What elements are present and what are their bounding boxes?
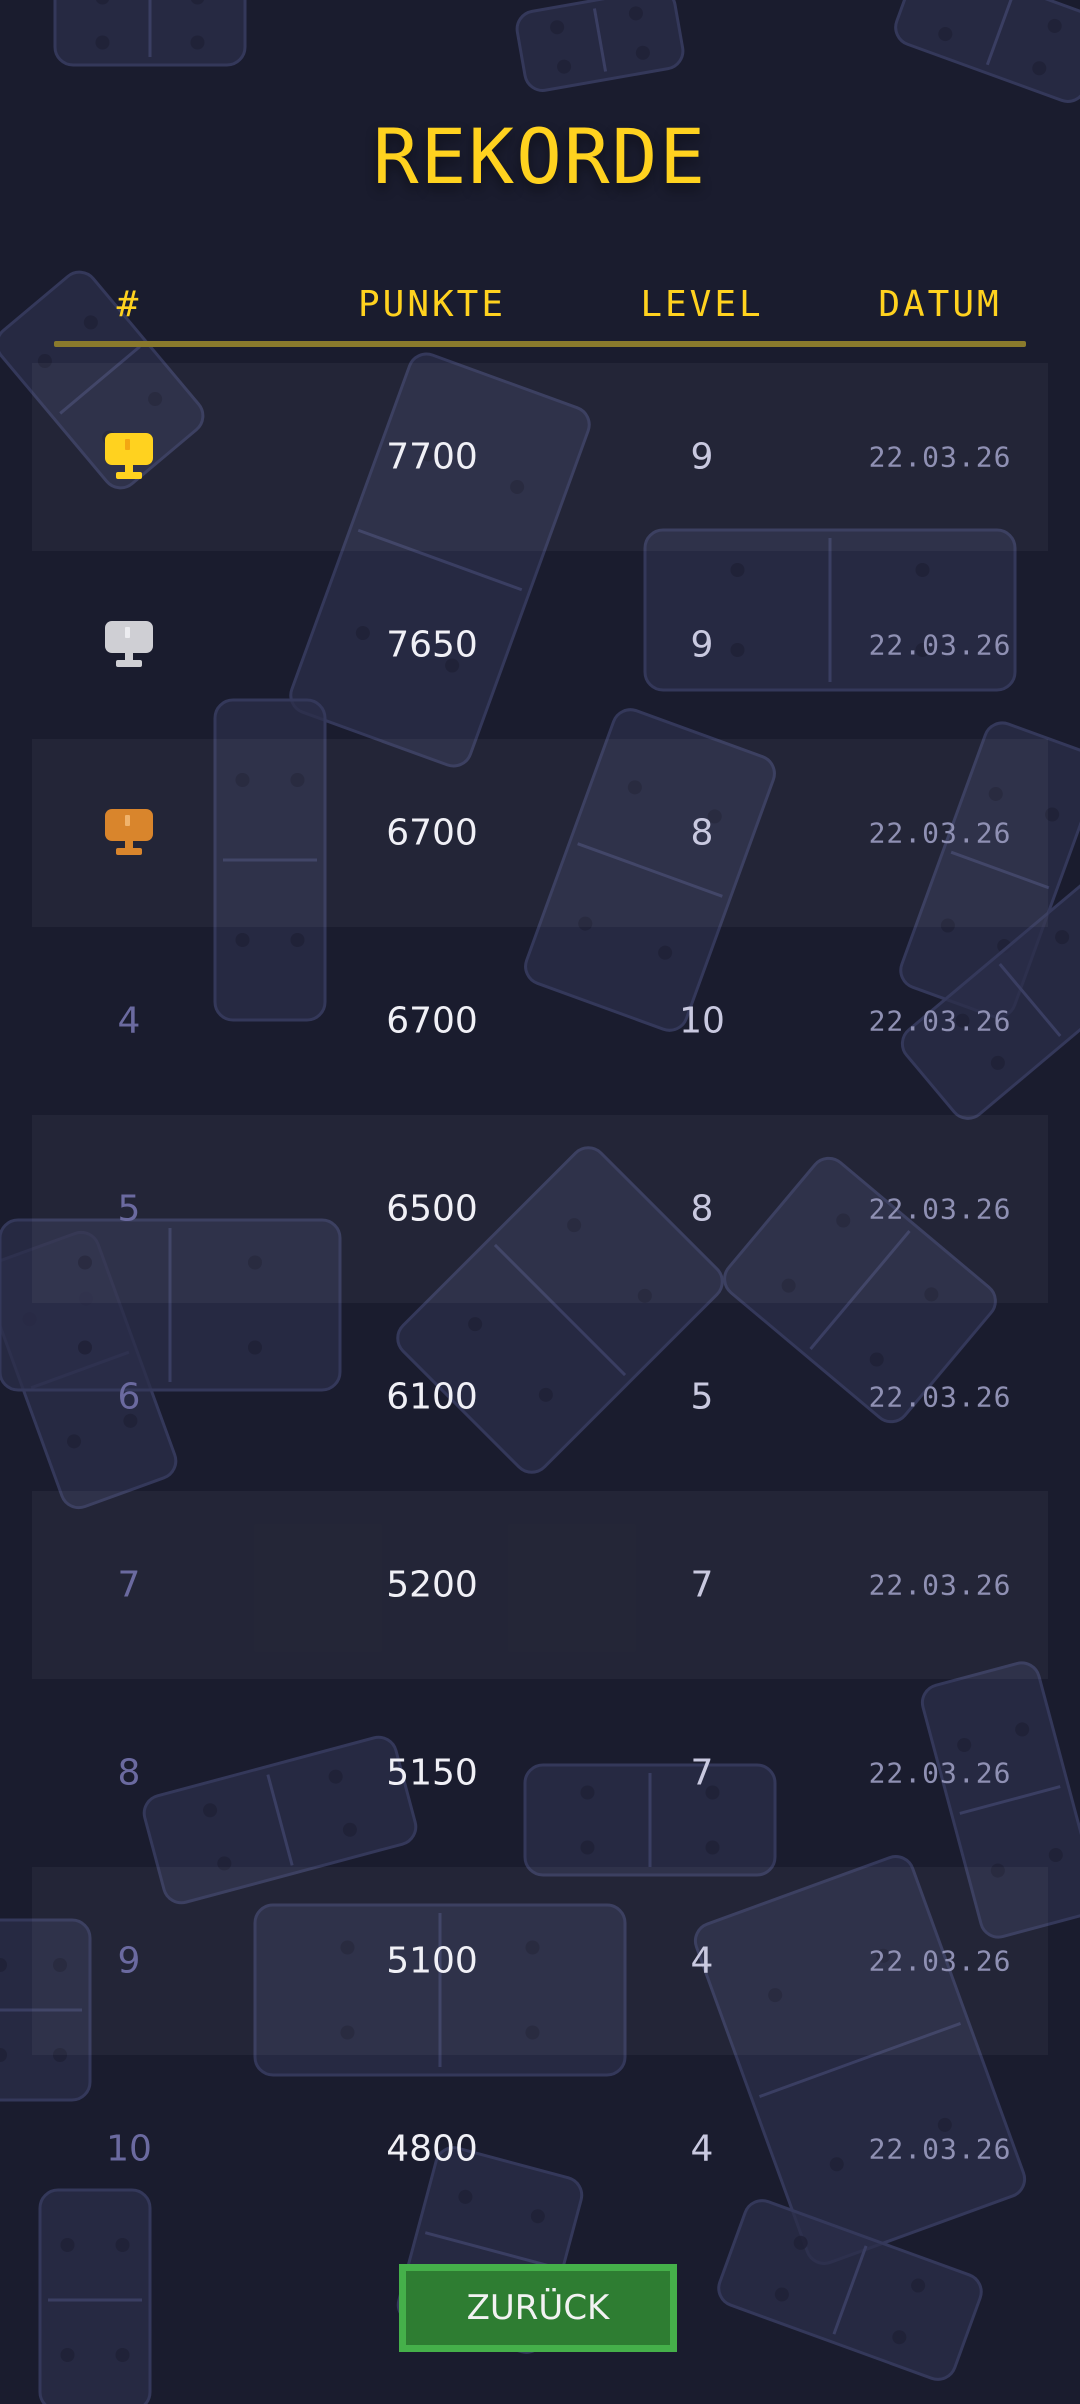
date-value: 22.03.26: [868, 1004, 1012, 1038]
rank-number: 5: [117, 1188, 141, 1230]
points-value: 5200: [386, 1564, 478, 1606]
highscore-table: 7700 9 22.03.26 7650 9 22.03.26 6700 8 22.03.2…: [32, 363, 1048, 2243]
page-title: REKORDE: [372, 112, 708, 201]
points-value: 5100: [386, 1940, 478, 1982]
table-row: 5 6500 8 22.03.26: [32, 1115, 1048, 1303]
date-value: 22.03.26: [868, 1380, 1012, 1414]
date-value: 22.03.26: [868, 1756, 1012, 1790]
level-value: 10: [679, 1000, 725, 1042]
domino-tile: [894, 0, 1080, 103]
level-value: 4: [690, 2128, 714, 2170]
level-value: 9: [690, 624, 714, 666]
rank-number: 7: [117, 1564, 141, 1606]
silver-trophy-icon: [103, 619, 155, 671]
points-value: 6100: [386, 1376, 478, 1418]
level-value: 4: [690, 1940, 714, 1982]
level-value: 5: [690, 1376, 714, 1418]
table-row: 6700 8 22.03.26: [32, 739, 1048, 927]
level-value: 7: [690, 1564, 714, 1606]
header-date: DATUM: [878, 284, 1002, 325]
date-value: 22.03.26: [868, 1568, 1012, 1602]
rank-number: 9: [117, 1940, 141, 1982]
points-value: 7700: [386, 436, 478, 478]
points-value: 6500: [386, 1188, 478, 1230]
date-value: 22.03.26: [868, 2132, 1012, 2166]
table-row: 10 4800 4 22.03.26: [32, 2055, 1048, 2243]
domino-tile: [515, 0, 685, 92]
table-row: 8 5150 7 22.03.26: [32, 1679, 1048, 1867]
points-value: 6700: [386, 812, 478, 854]
table-row: 9 5100 4 22.03.26: [32, 1867, 1048, 2055]
rank-number: 4: [117, 1000, 141, 1042]
level-value: 8: [690, 812, 714, 854]
level-value: 8: [690, 1188, 714, 1230]
table-row: 4 6700 10 22.03.26: [32, 927, 1048, 1115]
rank-number: 6: [117, 1376, 141, 1418]
gold-trophy-icon: [103, 431, 155, 483]
bronze-trophy-icon: [103, 807, 155, 859]
level-value: 7: [690, 1752, 714, 1794]
points-value: 5150: [386, 1752, 478, 1794]
table-row: 6 6100 5 22.03.26: [32, 1303, 1048, 1491]
back-button[interactable]: ZURÜCK: [399, 2264, 677, 2352]
header-points: PUNKTE: [357, 284, 507, 325]
rank-number: 8: [117, 1752, 141, 1794]
date-value: 22.03.26: [868, 1192, 1012, 1226]
points-value: 6700: [386, 1000, 478, 1042]
points-value: 7650: [386, 624, 478, 666]
header-divider: [54, 341, 1026, 347]
header-level: LEVEL: [640, 284, 764, 325]
points-value: 4800: [386, 2128, 478, 2170]
rank-number: 10: [106, 2128, 152, 2170]
table-header: # PUNKTE LEVEL DATUM: [0, 284, 1080, 334]
header-rank: #: [116, 284, 142, 325]
date-value: 22.03.26: [868, 1944, 1012, 1978]
table-row: 7650 9 22.03.26: [32, 551, 1048, 739]
table-row: 7 5200 7 22.03.26: [32, 1491, 1048, 1679]
date-value: 22.03.26: [868, 628, 1012, 662]
domino-tile: [53, 0, 247, 67]
table-row: 7700 9 22.03.26: [32, 363, 1048, 551]
level-value: 9: [690, 436, 714, 478]
date-value: 22.03.26: [868, 440, 1012, 474]
date-value: 22.03.26: [868, 816, 1012, 850]
